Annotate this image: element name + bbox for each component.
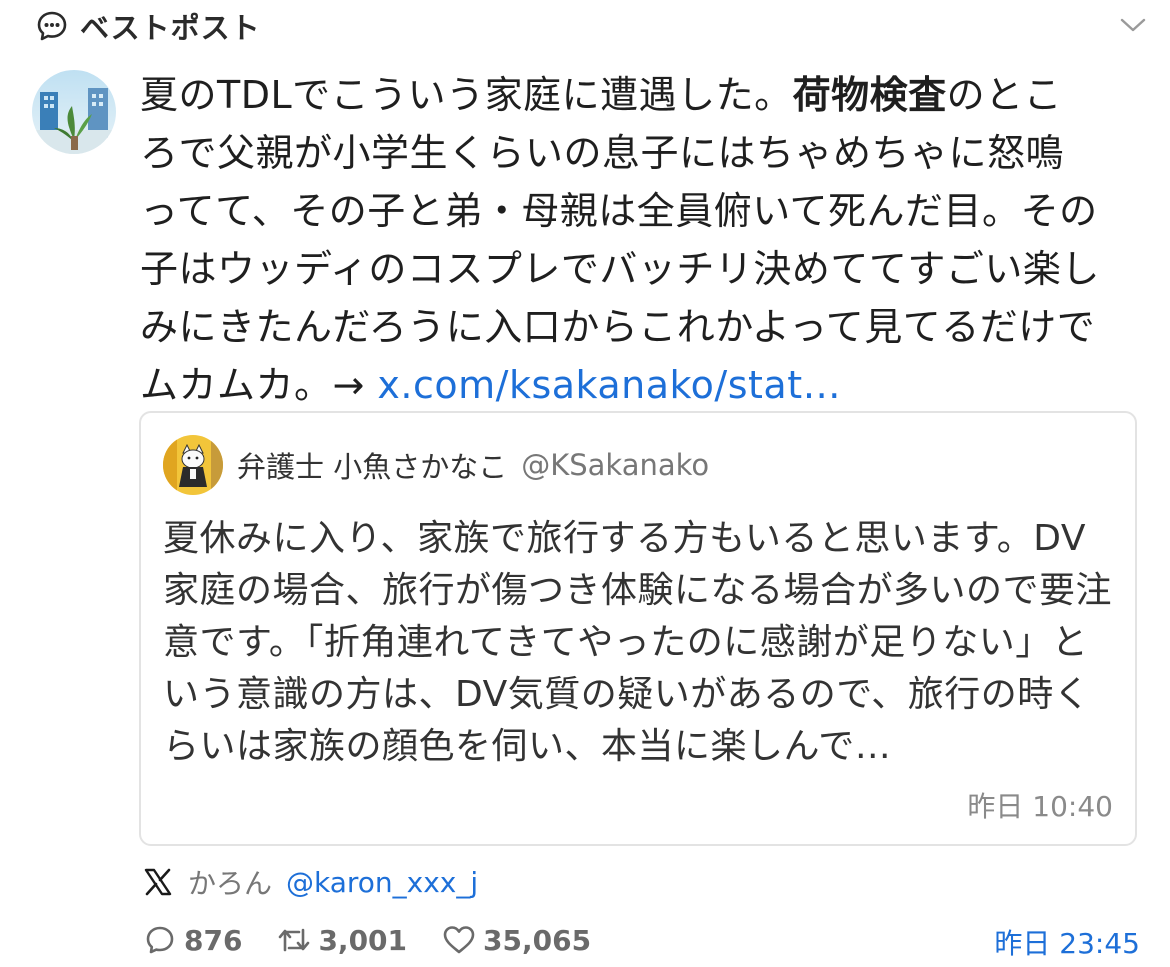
post-text-highlight: 荷物検査 xyxy=(792,73,947,117)
like-count: 35,065 xyxy=(483,923,592,957)
post-text-part2: のところで父親が小学生くらいの息子にはちゃめちゃに怒鳴ってて、その子と弟・母親は… xyxy=(140,73,1100,407)
post-actions: 876 3,001 35,065 xyxy=(142,918,625,962)
quoted-post-time: 昨日 10:40 xyxy=(967,790,1113,823)
reply-count: 876 xyxy=(184,923,243,957)
repost-button[interactable]: 3,001 xyxy=(276,922,407,958)
best-post-header: ベストポスト xyxy=(34,4,261,48)
post-timestamp[interactable]: 昨日 23:45 xyxy=(994,922,1140,962)
author-avatar[interactable] xyxy=(32,70,116,154)
quoted-author-avatar[interactable] xyxy=(163,435,223,495)
source-account-handle[interactable]: @karon_xxx_j xyxy=(286,866,478,899)
chevron-down-icon[interactable] xyxy=(1118,12,1148,38)
repost-icon xyxy=(276,922,312,958)
quoted-author-name[interactable]: 弁護士 小魚さかなこ xyxy=(237,444,507,486)
quoted-post-card[interactable]: 弁護士 小魚さかなこ @KSakanako 夏休みに入り、家族で旅行する方もいる… xyxy=(139,411,1137,846)
reply-button[interactable]: 876 xyxy=(142,922,242,958)
quoted-post-header: 弁護士 小魚さかなこ @KSakanako xyxy=(163,435,709,495)
heart-icon xyxy=(441,922,477,958)
post-text-part1: 夏のTDLでこういう家庭に遭遇した。 xyxy=(140,73,793,117)
source-account[interactable]: かろん @karon_xxx_j xyxy=(142,862,478,902)
like-button[interactable]: 35,065 xyxy=(441,922,591,958)
x-logo-icon xyxy=(142,866,174,898)
speech-bubble-icon xyxy=(34,8,70,44)
repost-count: 3,001 xyxy=(318,923,408,957)
quoted-post-link[interactable]: x.com/ksakanako/stat… xyxy=(377,363,841,407)
post-text: 夏のTDLでこういう家庭に遭遇した。荷物検査のところで父親が小学生くらいの息子に… xyxy=(140,66,1100,414)
quoted-author-handle[interactable]: @KSakanako xyxy=(521,448,709,482)
quoted-post-text: 夏休みに入り、家族で旅行する方もいると思います。DV家庭の場合、旅行が傷つき体験… xyxy=(163,518,1113,767)
reply-icon xyxy=(142,922,178,958)
header-title: ベストポスト xyxy=(80,11,261,45)
source-account-name[interactable]: かろん xyxy=(188,862,272,902)
